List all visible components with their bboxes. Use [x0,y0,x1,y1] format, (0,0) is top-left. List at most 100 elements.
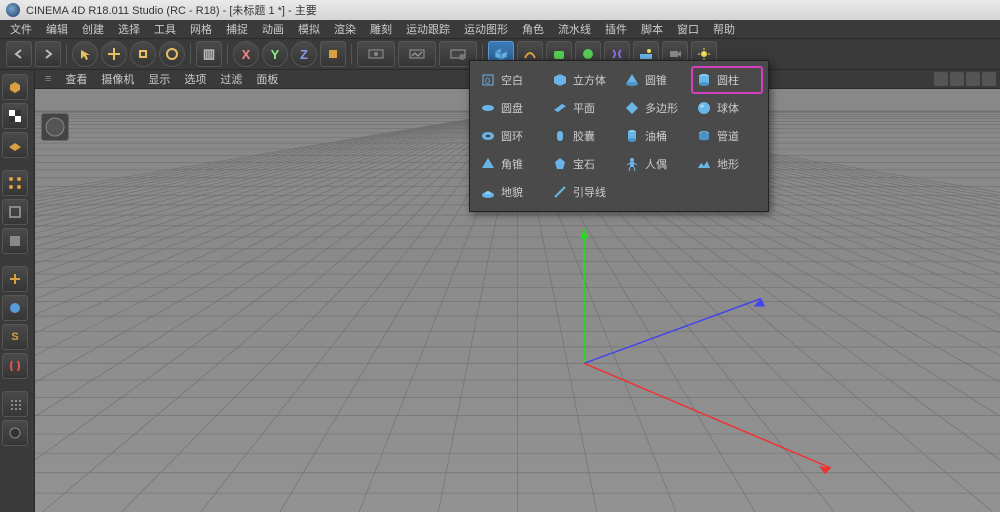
disc-icon [479,99,497,117]
menu-18[interactable]: 帮助 [707,20,741,38]
primitive-relief[interactable]: 地貌 [476,179,546,205]
separator [351,44,352,64]
primitive-label: 圆盘 [501,100,523,116]
primitive-label: 引导线 [573,184,606,200]
menu-6[interactable]: 捕捉 [220,20,254,38]
menu-7[interactable]: 动画 [256,20,290,38]
point-mode-button[interactable] [2,170,28,196]
guide-icon [551,183,569,201]
axis-mode-button[interactable] [2,266,28,292]
viewport-nav-icon[interactable] [966,72,980,86]
axis-y-toggle[interactable]: Y [262,41,288,67]
coord-system-button[interactable] [320,41,346,67]
viewport-corner-icon[interactable] [41,113,69,141]
viewport-menu-filter[interactable]: 过滤 [214,70,248,88]
menu-10[interactable]: 雕刻 [364,20,398,38]
primitive-torus[interactable]: 圆环 [476,123,546,149]
menu-1[interactable]: 编辑 [40,20,74,38]
menu-11[interactable]: 运动跟踪 [400,20,456,38]
primitive-cone[interactable]: 圆锥 [620,67,690,93]
primitive-pyramid[interactable]: 角锥 [476,151,546,177]
menu-17[interactable]: 窗口 [671,20,705,38]
menu-12[interactable]: 运动图形 [458,20,514,38]
figure-icon [623,155,641,173]
primitive-label: 圆柱 [717,72,739,88]
rotate-tool[interactable] [159,41,185,67]
primitive-null[interactable]: 0空白 [476,67,546,93]
extra1-button[interactable] [2,391,28,417]
render-view-button[interactable] [357,41,395,67]
menu-14[interactable]: 流水线 [552,20,597,38]
undo-button[interactable] [6,41,32,67]
menu-13[interactable]: 角色 [516,20,550,38]
menu-4[interactable]: 工具 [148,20,182,38]
select-tool[interactable] [72,41,98,67]
primitive-capsule[interactable]: 胶囊 [548,123,618,149]
menu-8[interactable]: 模拟 [292,20,326,38]
menu-2[interactable]: 创建 [76,20,110,38]
menu-15[interactable]: 插件 [599,20,633,38]
edge-mode-button[interactable] [2,199,28,225]
primitive-sphere[interactable]: 球体 [692,95,762,121]
primitive-oiltank[interactable]: 油桶 [620,123,690,149]
relief-icon [479,183,497,201]
viewport-menu-panel[interactable]: 面板 [250,70,284,88]
redo-button[interactable] [35,41,61,67]
extra2-button[interactable] [2,420,28,446]
viewport-menu-camera[interactable]: 摄像机 [95,70,140,88]
primitive-guide[interactable]: 引导线 [548,179,618,205]
viewport-nav-icon[interactable] [934,72,948,86]
torus-icon [479,127,497,145]
scale-tool[interactable] [130,41,156,67]
move-tool[interactable] [101,41,127,67]
capsule-icon [551,127,569,145]
viewport-menu-display[interactable]: 显示 [142,70,176,88]
snap-button[interactable]: S [2,324,28,350]
primitive-label: 地貌 [501,184,523,200]
texture-mode-button[interactable] [2,103,28,129]
menu-0[interactable]: 文件 [4,20,38,38]
viewport-menu-options[interactable]: 选项 [178,70,212,88]
axis-z-label: Z [300,47,308,62]
polygon-mode-button[interactable] [2,228,28,254]
separator [66,44,67,64]
tube-icon [695,127,713,145]
primitive-landscape[interactable]: 地形 [692,151,762,177]
viewport-nav-icon[interactable] [982,72,996,86]
plane-icon [551,99,569,117]
primitive-polygon[interactable]: 多边形 [620,95,690,121]
landscape-icon [695,155,713,173]
snap-settings-button[interactable] [2,353,28,379]
tweak-button[interactable] [2,295,28,321]
menu-3[interactable]: 选择 [112,20,146,38]
primitive-cube[interactable]: 立方体 [548,67,618,93]
workplane-mode-button[interactable] [2,132,28,158]
title-bar: CINEMA 4D R18.011 Studio (RC - R18) - [未… [0,0,1000,20]
primitive-label: 立方体 [573,72,606,88]
viewport-nav-icon[interactable] [950,72,964,86]
app-icon [6,3,20,17]
primitive-tube[interactable]: 管道 [692,123,762,149]
menu-9[interactable]: 渲染 [328,20,362,38]
primitive-cylinder[interactable]: 圆柱 [692,67,762,93]
primitive-platonic[interactable]: 宝石 [548,151,618,177]
menu-16[interactable]: 脚本 [635,20,669,38]
window-title: CINEMA 4D R18.011 Studio (RC - R18) - [未… [26,2,317,18]
primitive-disc[interactable]: 圆盘 [476,95,546,121]
primitive-label: 角锥 [501,156,523,172]
last-tool[interactable]: ▥ [196,41,222,67]
primitive-plane[interactable]: 平面 [548,95,618,121]
primitive-label: 圆锥 [645,72,667,88]
primitive-label: 人偶 [645,156,667,172]
primitive-label: 多边形 [645,100,678,116]
primitive-figure[interactable]: 人偶 [620,151,690,177]
viewport-menu-view[interactable]: 查看 [59,70,93,88]
axis-z-toggle[interactable]: Z [291,41,317,67]
cone-icon [623,71,641,89]
menu-5[interactable]: 网格 [184,20,218,38]
primitive-label: 宝石 [573,156,595,172]
svg-text:0: 0 [485,76,490,86]
render-picture-button[interactable] [398,41,436,67]
axis-x-toggle[interactable]: X [233,41,259,67]
model-mode-button[interactable] [2,74,28,100]
